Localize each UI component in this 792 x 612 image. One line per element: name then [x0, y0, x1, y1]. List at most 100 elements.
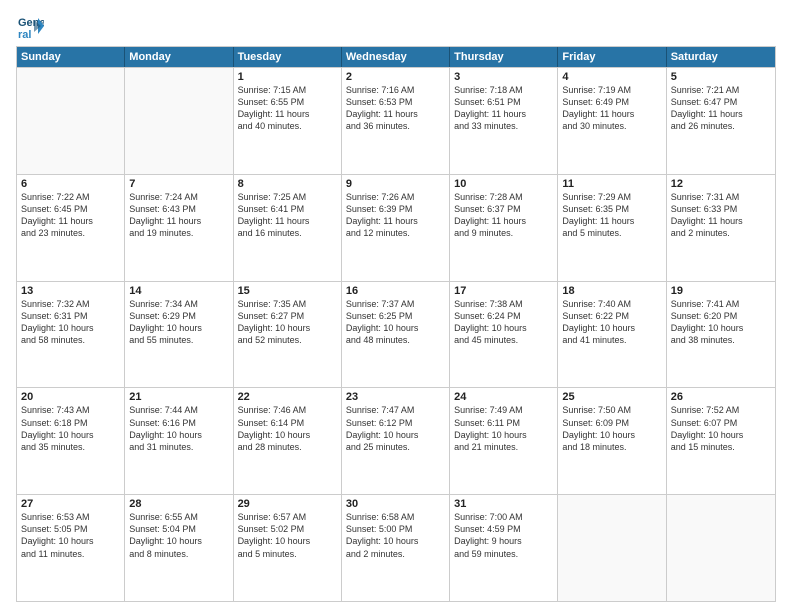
cell-info: Sunrise: 7:25 AM Sunset: 6:41 PM Dayligh… — [238, 191, 337, 240]
cell-info: Sunrise: 7:22 AM Sunset: 6:45 PM Dayligh… — [21, 191, 120, 240]
calendar-cell-22: 22Sunrise: 7:46 AM Sunset: 6:14 PM Dayli… — [234, 388, 342, 494]
day-number: 7 — [129, 178, 228, 190]
cell-info: Sunrise: 7:38 AM Sunset: 6:24 PM Dayligh… — [454, 298, 553, 347]
day-number: 24 — [454, 391, 553, 403]
weekday-header-tuesday: Tuesday — [234, 47, 342, 67]
calendar-body: 1Sunrise: 7:15 AM Sunset: 6:55 PM Daylig… — [17, 67, 775, 601]
cell-info: Sunrise: 7:43 AM Sunset: 6:18 PM Dayligh… — [21, 404, 120, 453]
day-number: 12 — [671, 178, 771, 190]
weekday-header-saturday: Saturday — [667, 47, 775, 67]
calendar-cell-6: 6Sunrise: 7:22 AM Sunset: 6:45 PM Daylig… — [17, 175, 125, 281]
cell-info: Sunrise: 7:47 AM Sunset: 6:12 PM Dayligh… — [346, 404, 445, 453]
calendar-cell-5: 5Sunrise: 7:21 AM Sunset: 6:47 PM Daylig… — [667, 68, 775, 174]
day-number: 27 — [21, 498, 120, 510]
cell-info: Sunrise: 7:40 AM Sunset: 6:22 PM Dayligh… — [562, 298, 661, 347]
calendar-cell-8: 8Sunrise: 7:25 AM Sunset: 6:41 PM Daylig… — [234, 175, 342, 281]
cell-info: Sunrise: 7:31 AM Sunset: 6:33 PM Dayligh… — [671, 191, 771, 240]
day-number: 21 — [129, 391, 228, 403]
cell-info: Sunrise: 7:18 AM Sunset: 6:51 PM Dayligh… — [454, 84, 553, 133]
calendar-row-1: 6Sunrise: 7:22 AM Sunset: 6:45 PM Daylig… — [17, 174, 775, 281]
calendar-cell-9: 9Sunrise: 7:26 AM Sunset: 6:39 PM Daylig… — [342, 175, 450, 281]
calendar-row-3: 20Sunrise: 7:43 AM Sunset: 6:18 PM Dayli… — [17, 387, 775, 494]
calendar-cell-12: 12Sunrise: 7:31 AM Sunset: 6:33 PM Dayli… — [667, 175, 775, 281]
day-number: 13 — [21, 285, 120, 297]
day-number: 23 — [346, 391, 445, 403]
calendar-row-2: 13Sunrise: 7:32 AM Sunset: 6:31 PM Dayli… — [17, 281, 775, 388]
day-number: 16 — [346, 285, 445, 297]
day-number: 4 — [562, 71, 661, 83]
day-number: 1 — [238, 71, 337, 83]
calendar: SundayMondayTuesdayWednesdayThursdayFrid… — [16, 46, 776, 602]
calendar-cell-20: 20Sunrise: 7:43 AM Sunset: 6:18 PM Dayli… — [17, 388, 125, 494]
calendar-cell-29: 29Sunrise: 6:57 AM Sunset: 5:02 PM Dayli… — [234, 495, 342, 601]
logo-icon: Gene ral — [16, 12, 44, 40]
cell-info: Sunrise: 6:55 AM Sunset: 5:04 PM Dayligh… — [129, 511, 228, 560]
calendar-row-0: 1Sunrise: 7:15 AM Sunset: 6:55 PM Daylig… — [17, 67, 775, 174]
cell-info: Sunrise: 7:34 AM Sunset: 6:29 PM Dayligh… — [129, 298, 228, 347]
weekday-header-thursday: Thursday — [450, 47, 558, 67]
cell-info: Sunrise: 7:37 AM Sunset: 6:25 PM Dayligh… — [346, 298, 445, 347]
day-number: 20 — [21, 391, 120, 403]
day-number: 26 — [671, 391, 771, 403]
cell-info: Sunrise: 7:35 AM Sunset: 6:27 PM Dayligh… — [238, 298, 337, 347]
cell-info: Sunrise: 7:21 AM Sunset: 6:47 PM Dayligh… — [671, 84, 771, 133]
calendar-cell-30: 30Sunrise: 6:58 AM Sunset: 5:00 PM Dayli… — [342, 495, 450, 601]
calendar-cell-19: 19Sunrise: 7:41 AM Sunset: 6:20 PM Dayli… — [667, 282, 775, 388]
page: Gene ral SundayMondayTuesdayWednesdayThu… — [0, 0, 792, 612]
day-number: 5 — [671, 71, 771, 83]
calendar-cell-21: 21Sunrise: 7:44 AM Sunset: 6:16 PM Dayli… — [125, 388, 233, 494]
calendar-cell-11: 11Sunrise: 7:29 AM Sunset: 6:35 PM Dayli… — [558, 175, 666, 281]
cell-info: Sunrise: 6:58 AM Sunset: 5:00 PM Dayligh… — [346, 511, 445, 560]
day-number: 25 — [562, 391, 661, 403]
calendar-cell-10: 10Sunrise: 7:28 AM Sunset: 6:37 PM Dayli… — [450, 175, 558, 281]
day-number: 28 — [129, 498, 228, 510]
day-number: 31 — [454, 498, 553, 510]
cell-info: Sunrise: 7:41 AM Sunset: 6:20 PM Dayligh… — [671, 298, 771, 347]
cell-info: Sunrise: 6:53 AM Sunset: 5:05 PM Dayligh… — [21, 511, 120, 560]
day-number: 14 — [129, 285, 228, 297]
cell-info: Sunrise: 7:50 AM Sunset: 6:09 PM Dayligh… — [562, 404, 661, 453]
day-number: 9 — [346, 178, 445, 190]
cell-info: Sunrise: 7:19 AM Sunset: 6:49 PM Dayligh… — [562, 84, 661, 133]
cell-info: Sunrise: 7:16 AM Sunset: 6:53 PM Dayligh… — [346, 84, 445, 133]
cell-info: Sunrise: 7:49 AM Sunset: 6:11 PM Dayligh… — [454, 404, 553, 453]
calendar-cell-empty-0-0 — [17, 68, 125, 174]
day-number: 30 — [346, 498, 445, 510]
day-number: 8 — [238, 178, 337, 190]
calendar-cell-28: 28Sunrise: 6:55 AM Sunset: 5:04 PM Dayli… — [125, 495, 233, 601]
cell-info: Sunrise: 7:46 AM Sunset: 6:14 PM Dayligh… — [238, 404, 337, 453]
cell-info: Sunrise: 7:29 AM Sunset: 6:35 PM Dayligh… — [562, 191, 661, 240]
calendar-cell-empty-4-5 — [558, 495, 666, 601]
calendar-header-row: SundayMondayTuesdayWednesdayThursdayFrid… — [17, 47, 775, 67]
calendar-cell-2: 2Sunrise: 7:16 AM Sunset: 6:53 PM Daylig… — [342, 68, 450, 174]
calendar-cell-1: 1Sunrise: 7:15 AM Sunset: 6:55 PM Daylig… — [234, 68, 342, 174]
day-number: 17 — [454, 285, 553, 297]
day-number: 11 — [562, 178, 661, 190]
cell-info: Sunrise: 7:24 AM Sunset: 6:43 PM Dayligh… — [129, 191, 228, 240]
calendar-cell-14: 14Sunrise: 7:34 AM Sunset: 6:29 PM Dayli… — [125, 282, 233, 388]
weekday-header-sunday: Sunday — [17, 47, 125, 67]
calendar-cell-3: 3Sunrise: 7:18 AM Sunset: 6:51 PM Daylig… — [450, 68, 558, 174]
day-number: 18 — [562, 285, 661, 297]
cell-info: Sunrise: 7:00 AM Sunset: 4:59 PM Dayligh… — [454, 511, 553, 560]
calendar-cell-16: 16Sunrise: 7:37 AM Sunset: 6:25 PM Dayli… — [342, 282, 450, 388]
cell-info: Sunrise: 7:15 AM Sunset: 6:55 PM Dayligh… — [238, 84, 337, 133]
day-number: 29 — [238, 498, 337, 510]
weekday-header-friday: Friday — [558, 47, 666, 67]
calendar-cell-7: 7Sunrise: 7:24 AM Sunset: 6:43 PM Daylig… — [125, 175, 233, 281]
calendar-cell-empty-0-1 — [125, 68, 233, 174]
calendar-row-4: 27Sunrise: 6:53 AM Sunset: 5:05 PM Dayli… — [17, 494, 775, 601]
calendar-cell-15: 15Sunrise: 7:35 AM Sunset: 6:27 PM Dayli… — [234, 282, 342, 388]
cell-info: Sunrise: 7:32 AM Sunset: 6:31 PM Dayligh… — [21, 298, 120, 347]
svg-text:ral: ral — [18, 29, 31, 40]
cell-info: Sunrise: 6:57 AM Sunset: 5:02 PM Dayligh… — [238, 511, 337, 560]
calendar-cell-23: 23Sunrise: 7:47 AM Sunset: 6:12 PM Dayli… — [342, 388, 450, 494]
logo: Gene ral — [16, 12, 46, 40]
day-number: 6 — [21, 178, 120, 190]
calendar-cell-4: 4Sunrise: 7:19 AM Sunset: 6:49 PM Daylig… — [558, 68, 666, 174]
cell-info: Sunrise: 7:52 AM Sunset: 6:07 PM Dayligh… — [671, 404, 771, 453]
calendar-cell-17: 17Sunrise: 7:38 AM Sunset: 6:24 PM Dayli… — [450, 282, 558, 388]
calendar-cell-25: 25Sunrise: 7:50 AM Sunset: 6:09 PM Dayli… — [558, 388, 666, 494]
calendar-cell-24: 24Sunrise: 7:49 AM Sunset: 6:11 PM Dayli… — [450, 388, 558, 494]
cell-info: Sunrise: 7:28 AM Sunset: 6:37 PM Dayligh… — [454, 191, 553, 240]
